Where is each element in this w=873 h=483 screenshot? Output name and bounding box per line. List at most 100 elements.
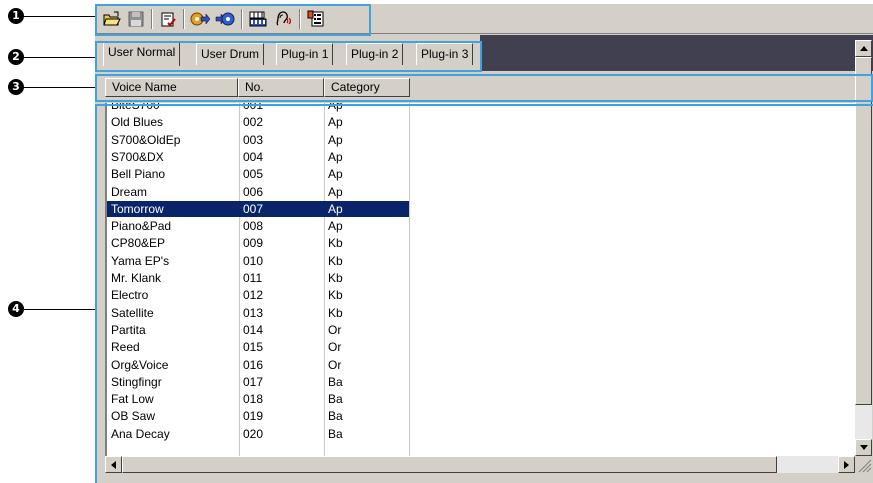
voice-name-cell: Tomorrow xyxy=(107,200,239,217)
tab-plug-in-2[interactable]: Plug-in 2 xyxy=(346,43,404,65)
scroll-down-button[interactable] xyxy=(855,439,872,456)
category-cell: Kb xyxy=(328,271,343,285)
voice-number-cell: 020 xyxy=(243,426,264,441)
column-header-voice-name[interactable]: Voice Name xyxy=(105,78,238,97)
category-cell: Ap xyxy=(324,200,409,217)
category-cell: Ap xyxy=(328,115,343,130)
voice-name-cell: Piano&Pad xyxy=(111,219,172,234)
category-cell: Kb xyxy=(328,288,343,303)
open-folder-icon[interactable] xyxy=(101,8,123,30)
vertical-scrollbar[interactable] xyxy=(855,40,872,456)
table-row[interactable]: Bell Piano 005 Ap xyxy=(107,166,847,182)
voice-name-cell: Partita xyxy=(111,322,146,337)
edit-check-icon[interactable] xyxy=(157,8,179,30)
voice-number-cell: 005 xyxy=(243,167,264,182)
table-row[interactable]: Reed 015 Or xyxy=(107,339,847,355)
tab-user-normal[interactable]: User Normal xyxy=(103,41,181,66)
voice-number-cell: 018 xyxy=(243,392,264,407)
category-cell: Ba xyxy=(328,409,343,424)
toolbar-separator xyxy=(241,9,243,29)
voice-list-window: User Normal User Drum Plug-in 1 Plug-in … xyxy=(95,4,873,483)
horizontal-scrollbar[interactable] xyxy=(105,456,855,473)
table-row[interactable]: Partita 014 Or xyxy=(107,322,847,338)
voice-name-cell: Bell Piano xyxy=(111,167,166,182)
table-row[interactable]: CP80&EP 009 Kb xyxy=(107,235,847,251)
table-row[interactable]: OB Saw 019 Ba xyxy=(107,408,847,424)
voice-number-cell: 004 xyxy=(243,149,264,164)
category-cell: Ap xyxy=(328,219,343,234)
table-row[interactable]: Piano&Pad 008 Ap xyxy=(107,218,847,234)
category-cell: Kb xyxy=(328,305,343,320)
scroll-thumb[interactable] xyxy=(855,57,872,405)
scroll-up-button[interactable] xyxy=(855,40,872,57)
resize-grip-icon[interactable] xyxy=(855,456,872,473)
category-cell: Or xyxy=(328,340,342,355)
table-row[interactable]: Satellite 013 Kb xyxy=(107,305,847,321)
export-icon[interactable] xyxy=(214,8,236,30)
table-row[interactable]: Electro 012 Kb xyxy=(107,287,847,303)
table-row[interactable]: Fat Low 018 Ba xyxy=(107,391,847,407)
callout-1: 1 xyxy=(8,8,24,24)
category-cell: Or xyxy=(328,322,342,337)
properties-icon[interactable] xyxy=(305,8,327,30)
category-cell: Kb xyxy=(328,236,343,251)
voice-name-cell: Ana Decay xyxy=(111,426,170,441)
table-row[interactable]: S700&OldEp 003 Ap xyxy=(107,132,847,148)
scroll-left-button[interactable] xyxy=(105,456,122,473)
voice-name-cell: Org&Voice xyxy=(111,357,169,372)
table-row[interactable]: Ana Decay 020 Ba xyxy=(107,426,847,442)
voice-number-cell: 013 xyxy=(243,305,264,320)
table-row[interactable]: BiteS700 001 Ap xyxy=(107,103,847,113)
table-row[interactable]: Mr. Klank 011 Kb xyxy=(107,270,847,286)
category-cell: Or xyxy=(328,357,342,372)
toolbar-separator xyxy=(151,9,153,29)
voice-name-cell: Fat Low xyxy=(111,392,154,407)
table-row[interactable]: Org&Voice 016 Or xyxy=(107,357,847,373)
leader-line-1 xyxy=(24,16,95,17)
voice-number-cell: 012 xyxy=(243,288,264,303)
table-row[interactable]: S700&DX 004 Ap xyxy=(107,149,847,165)
tab-plug-in-3[interactable]: Plug-in 3 xyxy=(416,43,474,65)
scroll-right-button[interactable] xyxy=(838,456,855,473)
tab-plug-in-1[interactable]: Plug-in 1 xyxy=(276,43,334,65)
category-cell: Ap xyxy=(328,167,343,182)
column-header: Voice Name No. Category xyxy=(95,75,873,99)
import-icon[interactable] xyxy=(189,8,211,30)
table-row[interactable]: Tomorrow 007 Ap xyxy=(107,200,847,217)
voice-number-cell: 003 xyxy=(243,132,264,147)
table-row[interactable]: Stingfingr 017 Ba xyxy=(107,374,847,390)
voice-number-cell: 001 xyxy=(243,103,264,112)
voice-name-cell: Old Blues xyxy=(111,115,164,130)
toolbar-separator xyxy=(299,9,301,29)
category-cell: Ba xyxy=(328,426,343,441)
save-disk-icon[interactable] xyxy=(125,8,147,30)
category-cell: Ba xyxy=(328,374,343,389)
callout-3: 3 xyxy=(8,79,24,95)
voice-number-cell: 014 xyxy=(243,322,264,337)
category-cell: Ba xyxy=(328,392,343,407)
callout-4: 4 xyxy=(8,301,24,317)
horizontal-scroll-thumb[interactable] xyxy=(122,456,777,473)
column-header-no[interactable]: No. xyxy=(238,78,324,97)
voice-name-cell: Mr. Klank xyxy=(111,271,162,285)
voice-name-cell: BiteS700 xyxy=(111,103,160,112)
voice-name-cell: CP80&EP xyxy=(111,236,166,251)
table-row[interactable]: Dream 006 Ap xyxy=(107,184,847,200)
column-header-category[interactable]: Category xyxy=(324,78,410,97)
voice-number-cell: 008 xyxy=(243,219,264,234)
voice-name-cell: Stingfingr xyxy=(111,374,162,389)
keyboard-icon[interactable] xyxy=(247,8,269,30)
voice-name-cell: S700&DX xyxy=(111,149,164,164)
voice-name-cell: Dream xyxy=(111,184,148,199)
voice-name-cell: Electro xyxy=(111,288,149,303)
toolbar xyxy=(95,4,873,34)
voice-number-cell: 019 xyxy=(243,409,264,424)
voice-number-cell: 009 xyxy=(243,236,264,251)
table-row[interactable]: Yama EP's 010 Kb xyxy=(107,253,847,269)
voice-number-cell: 007 xyxy=(239,200,324,217)
voice-number-cell: 011 xyxy=(243,271,263,285)
audition-ear-icon[interactable] xyxy=(272,8,294,30)
table-row[interactable]: Old Blues 002 Ap xyxy=(107,114,847,130)
tab-user-drum[interactable]: User Drum xyxy=(196,43,265,65)
voice-name-cell: Reed xyxy=(111,340,140,355)
